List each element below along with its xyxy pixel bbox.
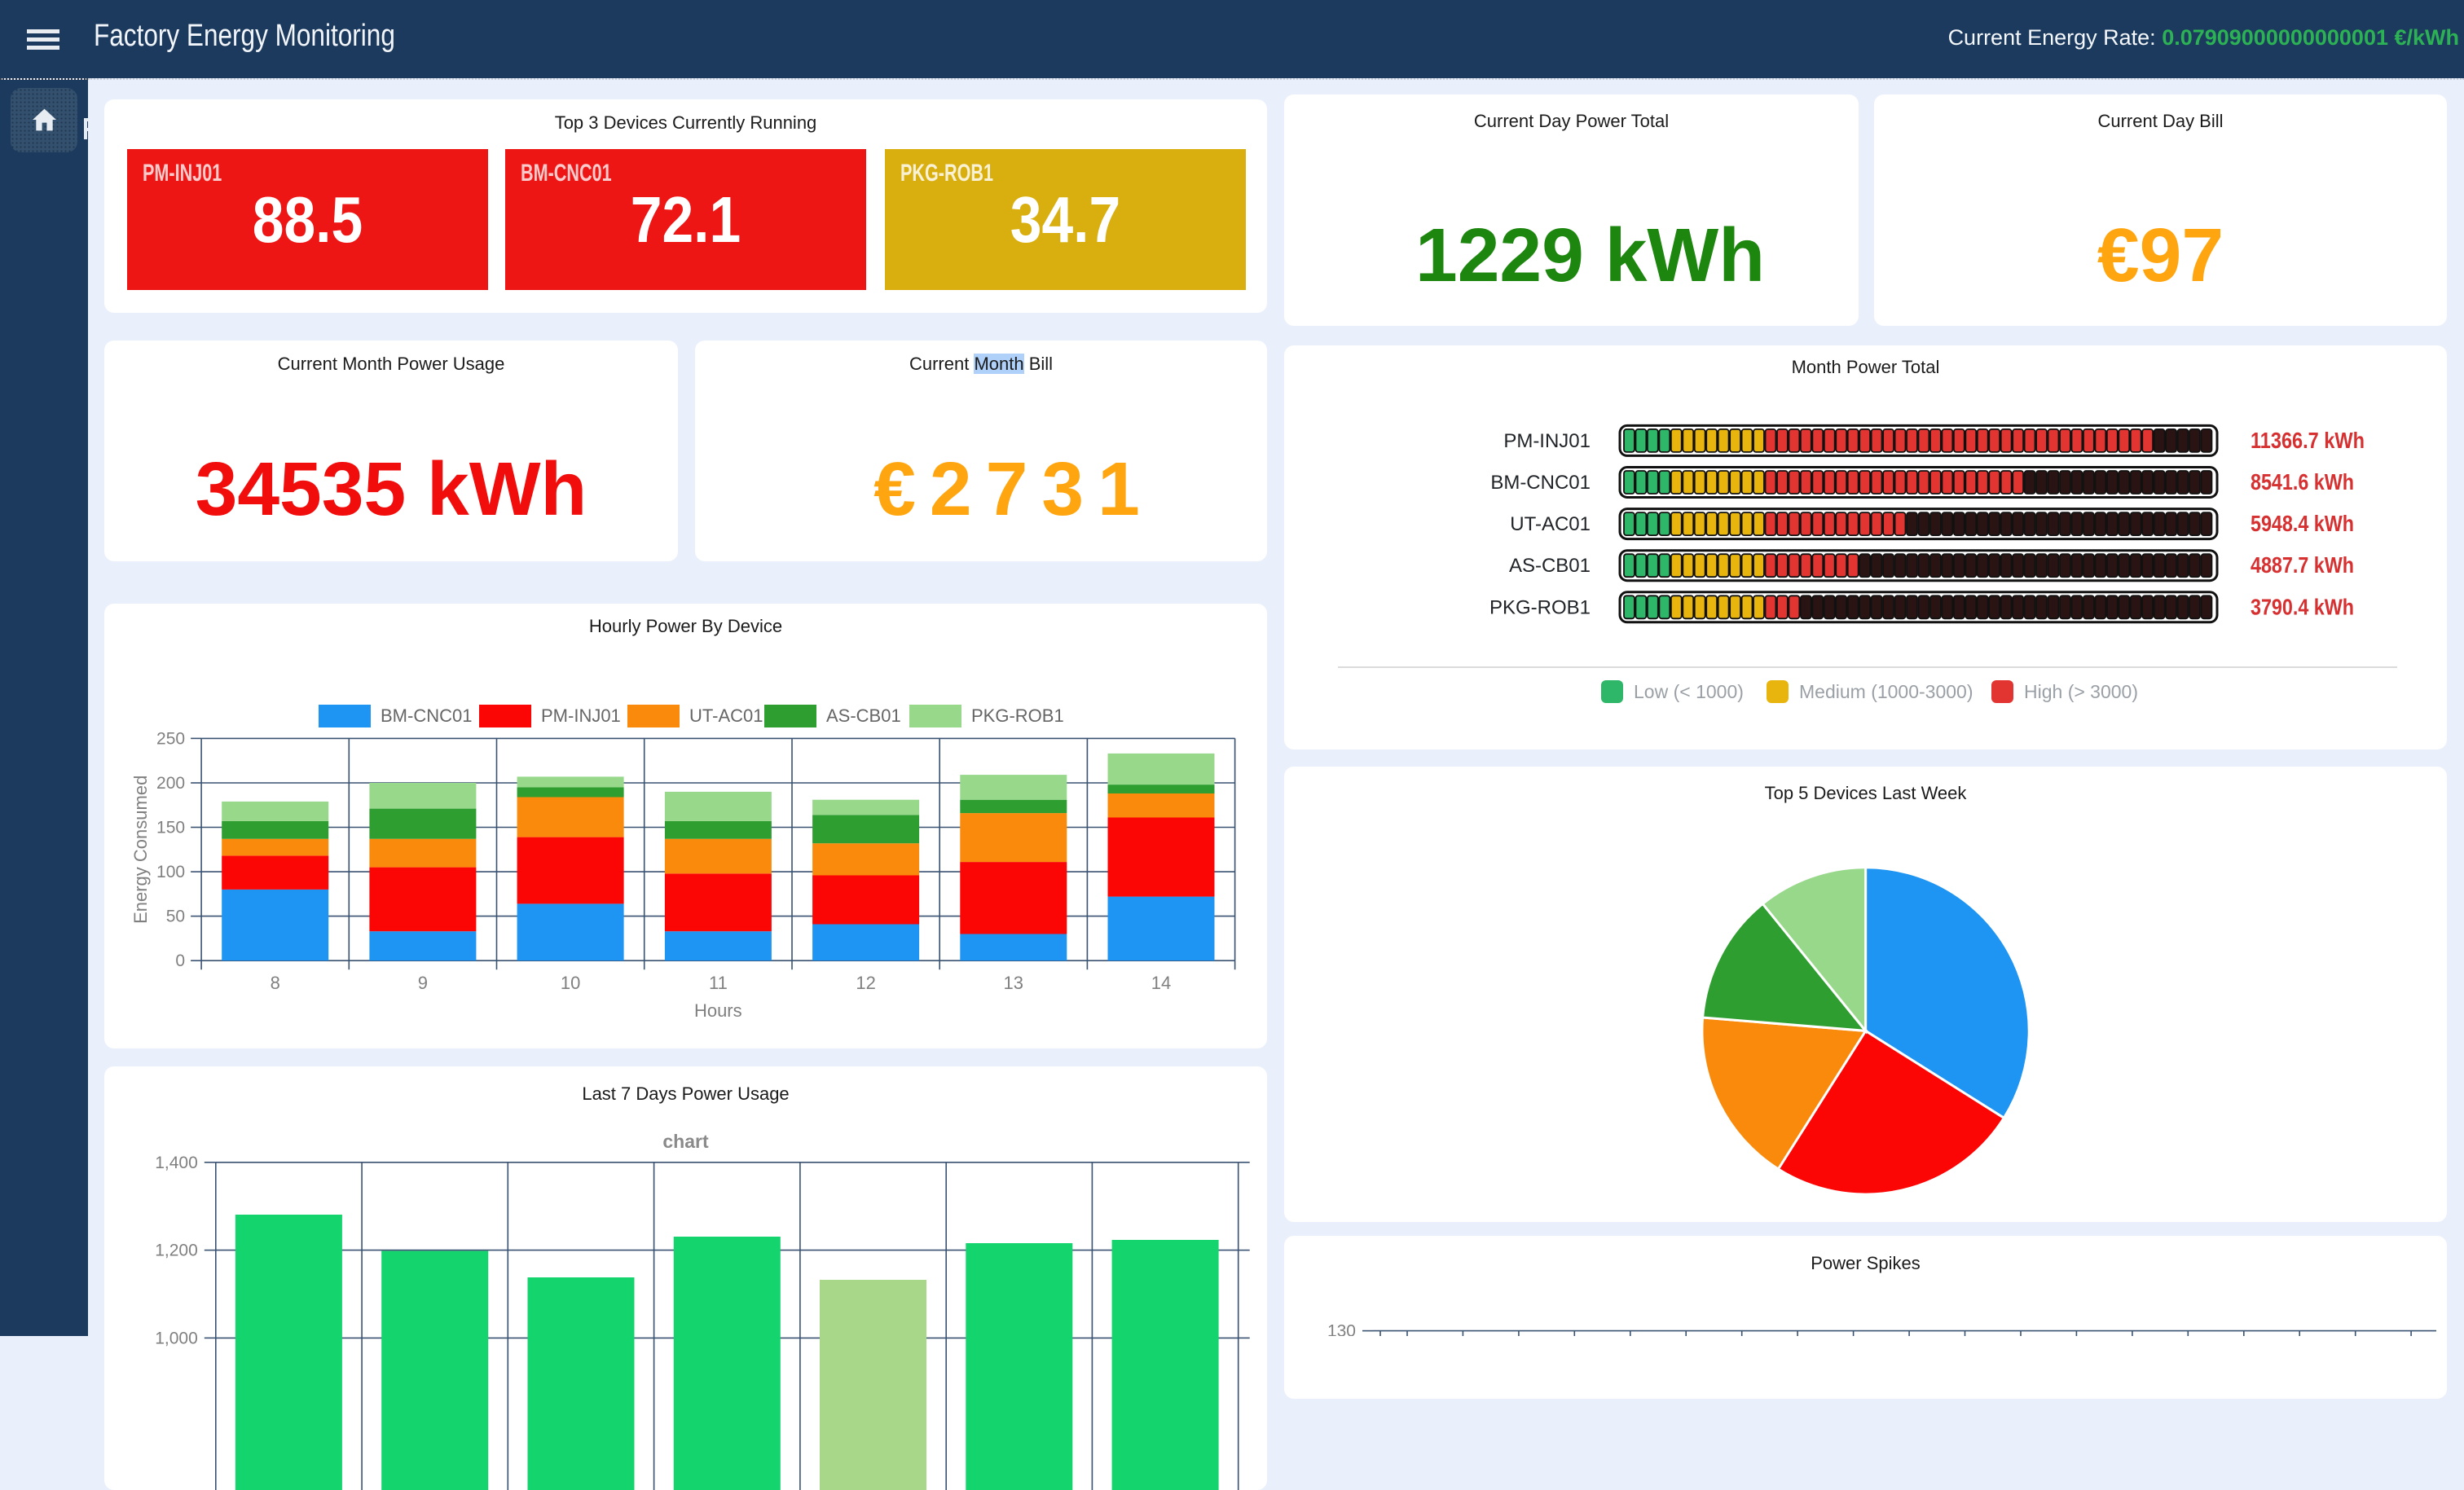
svg-text:Low (< 1000): Low (< 1000) xyxy=(1634,681,1744,702)
svg-text:130: 130 xyxy=(1327,1322,1356,1336)
svg-text:1,400: 1,400 xyxy=(155,1154,198,1172)
svg-text:1,000: 1,000 xyxy=(155,1329,198,1347)
svg-text:1,200: 1,200 xyxy=(155,1242,198,1260)
svg-text:BM-CNC01: BM-CNC01 xyxy=(381,705,472,726)
svg-text:10: 10 xyxy=(561,973,580,993)
svg-text:250: 250 xyxy=(156,729,185,748)
svg-text:50: 50 xyxy=(166,908,185,926)
svg-text:Medium (1000-3000): Medium (1000-3000) xyxy=(1799,681,1973,702)
svg-text:11366.7 kWh: 11366.7 kWh xyxy=(2251,428,2365,453)
svg-text:High (> 3000): High (> 3000) xyxy=(2024,681,2138,702)
svg-text:Energy Consumed: Energy Consumed xyxy=(130,776,151,924)
svg-text:AS-CB01: AS-CB01 xyxy=(826,705,901,726)
svg-text:150: 150 xyxy=(156,819,185,837)
svg-text:9: 9 xyxy=(418,973,428,993)
svg-text:PKG-ROB1: PKG-ROB1 xyxy=(1489,596,1591,618)
svg-text:UT-AC01: UT-AC01 xyxy=(689,705,763,726)
svg-text:5948.4 kWh: 5948.4 kWh xyxy=(2251,511,2354,536)
svg-text:12: 12 xyxy=(856,973,875,993)
svg-text:PKG-ROB1: PKG-ROB1 xyxy=(971,705,1064,726)
svg-text:PM-INJ01: PM-INJ01 xyxy=(1503,430,1591,452)
svg-text:PM-INJ01: PM-INJ01 xyxy=(541,705,621,726)
svg-text:8: 8 xyxy=(271,973,280,993)
svg-text:AS-CB01: AS-CB01 xyxy=(1509,555,1591,577)
svg-text:Hours: Hours xyxy=(694,1000,742,1021)
svg-text:BM-CNC01: BM-CNC01 xyxy=(1490,472,1591,494)
svg-text:8541.6 kWh: 8541.6 kWh xyxy=(2251,469,2354,494)
svg-text:14: 14 xyxy=(1151,973,1171,993)
svg-text:13: 13 xyxy=(1004,973,1023,993)
svg-text:0: 0 xyxy=(175,952,185,970)
svg-text:100: 100 xyxy=(156,863,185,881)
svg-text:3790.4 kWh: 3790.4 kWh xyxy=(2251,594,2354,619)
svg-text:UT-AC01: UT-AC01 xyxy=(1510,513,1591,535)
svg-text:200: 200 xyxy=(156,774,185,793)
svg-text:11: 11 xyxy=(709,973,728,993)
svg-text:4887.7 kWh: 4887.7 kWh xyxy=(2251,552,2354,578)
